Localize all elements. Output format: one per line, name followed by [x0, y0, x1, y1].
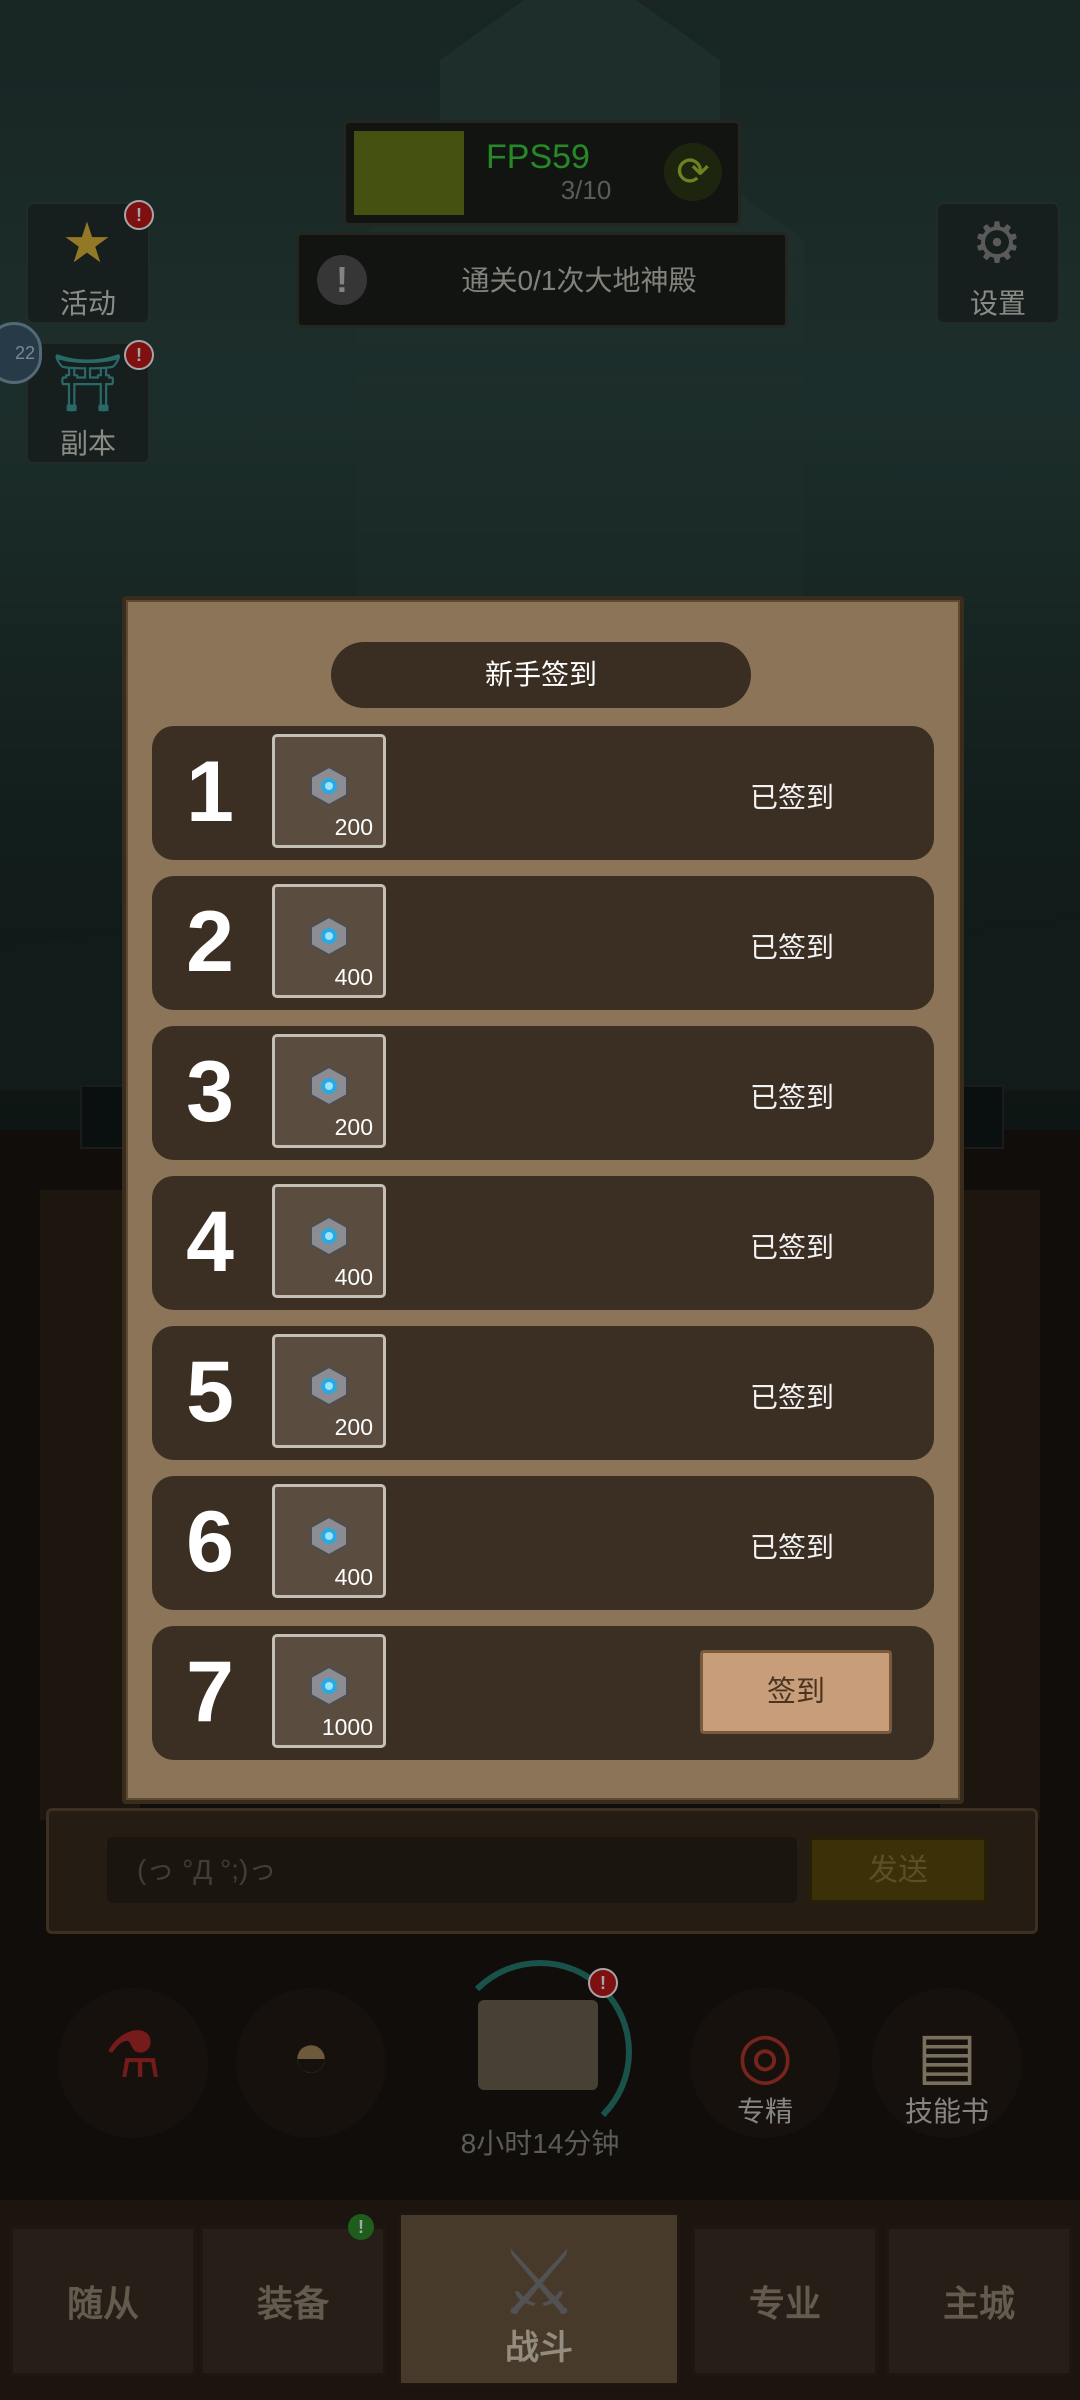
- dialog-title: 新手签到: [331, 642, 751, 708]
- gem-icon: [308, 1515, 350, 1557]
- day-number: 7: [186, 1644, 234, 1740]
- claimed-status: 已签到: [749, 782, 834, 813]
- reward-amount: 400: [334, 1564, 373, 1590]
- day-number: 3: [186, 1044, 234, 1140]
- reward-item[interactable]: 200: [272, 1334, 386, 1448]
- gem-icon: [308, 915, 350, 957]
- reward-item[interactable]: 200: [272, 734, 386, 848]
- gem-icon: [308, 1665, 350, 1707]
- reward-item[interactable]: 1000: [272, 1634, 386, 1748]
- signin-row: 4 400 已签到: [152, 1176, 934, 1310]
- signin-row: 5 200 已签到: [152, 1326, 934, 1460]
- gem-icon: [308, 1215, 350, 1257]
- reward-item[interactable]: 400: [272, 1184, 386, 1298]
- signin-dialog: 新手签到 1 200 已签到 2 400 已签到 3 200 已签到 4 400 已签到 5 200 已签到…: [122, 596, 964, 1804]
- signin-row: 6 400 已签到: [152, 1476, 934, 1610]
- reward-amount: 200: [334, 814, 373, 840]
- claimed-status: 已签到: [749, 1532, 834, 1563]
- reward-amount: 1000: [321, 1714, 373, 1740]
- reward-item[interactable]: 400: [272, 1484, 386, 1598]
- reward-item[interactable]: 400: [272, 884, 386, 998]
- claimed-status: 已签到: [749, 1382, 834, 1413]
- claim-button[interactable]: 签到: [700, 1650, 892, 1734]
- reward-item[interactable]: 200: [272, 1034, 386, 1148]
- day-number: 6: [186, 1494, 234, 1590]
- gem-icon: [308, 1365, 350, 1407]
- signin-row: 7 1000 签到: [152, 1626, 934, 1760]
- reward-amount: 200: [334, 1414, 373, 1440]
- signin-row: 3 200 已签到: [152, 1026, 934, 1160]
- signin-row: 1 200 已签到: [152, 726, 934, 860]
- day-number: 1: [186, 744, 234, 840]
- claimed-status: 已签到: [749, 1082, 834, 1113]
- day-number: 4: [186, 1194, 234, 1290]
- day-number: 5: [186, 1344, 234, 1440]
- signin-row: 2 400 已签到: [152, 876, 934, 1010]
- reward-amount: 400: [334, 964, 373, 990]
- day-number: 2: [186, 894, 234, 990]
- gem-icon: [308, 1065, 350, 1107]
- signin-rows: 1 200 已签到 2 400 已签到 3 200 已签到 4 400 已签到 5 200 已签到 6 400 已…: [152, 726, 934, 1776]
- reward-amount: 400: [334, 1264, 373, 1290]
- claimed-status: 已签到: [749, 1232, 834, 1263]
- claimed-status: 已签到: [749, 932, 834, 963]
- reward-amount: 200: [334, 1114, 373, 1140]
- gem-icon: [308, 765, 350, 807]
